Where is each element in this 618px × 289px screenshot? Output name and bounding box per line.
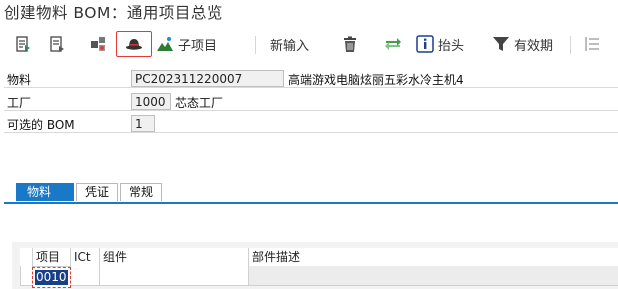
document-list-icon bbox=[14, 35, 32, 53]
item-value: 0010 bbox=[35, 270, 68, 285]
sub-item-button[interactable]: 子项目 bbox=[156, 32, 217, 56]
component-cell[interactable] bbox=[99, 266, 248, 286]
alt-bom-label: 可选的 BOM bbox=[7, 118, 75, 132]
header-button[interactable]: 抬头 bbox=[416, 32, 464, 56]
material-row: 物料 PC202311220007 高端游戏电脑炫丽五彩水冷主机4 bbox=[0, 70, 618, 88]
alt-bom-row: 可选的 BOM 1 bbox=[0, 115, 618, 133]
plant-row: 工厂 1000 芯态工厂 bbox=[0, 93, 618, 111]
info-icon bbox=[416, 35, 434, 53]
material-label: 物料 bbox=[7, 73, 32, 87]
material-description: 高端游戏电脑炫丽五彩水冷主机4 bbox=[288, 73, 464, 87]
delete-button[interactable] bbox=[341, 32, 359, 56]
document-list-button[interactable] bbox=[14, 32, 32, 56]
hat-icon bbox=[125, 35, 143, 53]
refresh-button[interactable] bbox=[384, 32, 402, 56]
column-component[interactable]: 组件 bbox=[99, 248, 248, 266]
plant-field[interactable]: 1000 bbox=[131, 93, 171, 110]
column-ict[interactable]: ICt bbox=[70, 248, 99, 266]
document-icon bbox=[48, 35, 66, 53]
material-field[interactable]: PC202311220007 bbox=[131, 70, 284, 87]
header-label: 抬头 bbox=[438, 38, 465, 54]
plant-label: 工厂 bbox=[7, 96, 32, 110]
item-cell[interactable]: 0010 bbox=[32, 267, 71, 288]
tab-material[interactable]: 物料 bbox=[16, 183, 74, 201]
column-item[interactable]: 项目 bbox=[32, 248, 70, 266]
table-row: 0010 bbox=[20, 266, 618, 288]
row-selector[interactable] bbox=[20, 266, 32, 286]
description-cell bbox=[248, 266, 618, 286]
sub-item-icon bbox=[156, 35, 174, 53]
row-divider bbox=[4, 110, 618, 111]
validity-button[interactable]: 有效期 bbox=[492, 32, 553, 56]
list-icon bbox=[583, 35, 601, 53]
toolbar: 子项目 新输入 抬头 有效期 bbox=[0, 28, 618, 60]
window-title: 创建物料 BOM：通用项目总览 bbox=[4, 4, 223, 22]
tab-document[interactable]: 凭证 bbox=[76, 183, 119, 201]
new-entry-label: 新输入 bbox=[270, 38, 310, 54]
toolbar-divider bbox=[255, 36, 256, 54]
tab-general[interactable]: 常规 bbox=[120, 183, 163, 201]
table-header: 项目 ICt 组件 部件描述 bbox=[20, 248, 618, 267]
plant-description: 芯态工厂 bbox=[175, 96, 224, 110]
trash-icon bbox=[341, 35, 359, 53]
column-description[interactable]: 部件描述 bbox=[248, 248, 618, 266]
tab-underline bbox=[4, 202, 618, 204]
hat-button[interactable] bbox=[116, 31, 152, 57]
components-button[interactable] bbox=[90, 32, 108, 56]
filter-icon bbox=[492, 35, 510, 53]
alt-bom-field[interactable]: 1 bbox=[131, 115, 155, 132]
list-button[interactable] bbox=[583, 32, 601, 56]
sub-item-label: 子项目 bbox=[178, 38, 218, 54]
components-icon bbox=[90, 35, 108, 53]
refresh-arrows-icon bbox=[384, 35, 402, 53]
validity-label: 有效期 bbox=[514, 38, 554, 54]
ict-cell[interactable] bbox=[70, 266, 99, 286]
new-entry-button[interactable]: 新输入 bbox=[270, 32, 309, 56]
document-button[interactable] bbox=[48, 32, 66, 56]
tab-strip: 物料 凭证 常规 bbox=[16, 183, 164, 201]
toolbar-divider bbox=[570, 36, 571, 54]
row-divider bbox=[4, 132, 618, 133]
row-divider bbox=[4, 87, 618, 88]
